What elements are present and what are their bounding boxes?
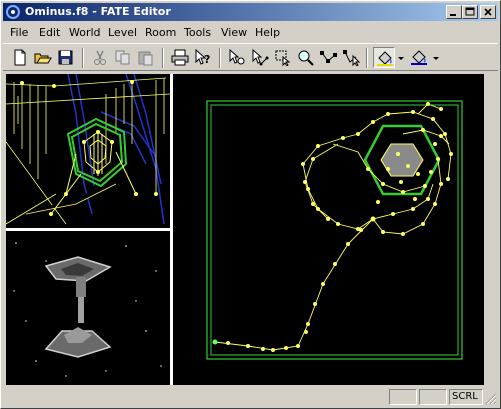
title-bar[interactable]: Ominus.f8 - FATE Editor [3, 3, 498, 21]
minimize-button[interactable] [446, 5, 462, 19]
copy-button[interactable] [112, 47, 134, 68]
toolbar-separator [366, 48, 368, 68]
cut-icon [94, 50, 106, 65]
print-button[interactable] [169, 47, 191, 68]
cut-button[interactable] [89, 47, 111, 68]
map-side-gutter [484, 74, 498, 385]
save-disk-icon [58, 50, 73, 65]
menu-tools[interactable]: Tools [184, 26, 211, 39]
select-path-button[interactable] [249, 47, 271, 68]
status-bar: SCRL [3, 387, 498, 406]
menu-file[interactable]: File [10, 26, 28, 39]
save-button[interactable] [55, 47, 77, 68]
select-path-icon [252, 49, 269, 66]
status-panel-1 [389, 389, 417, 405]
perspective-wireframe-view[interactable] [6, 74, 170, 228]
help-button[interactable]: ? [192, 47, 214, 68]
toolbar: ? [3, 43, 498, 71]
window-title: Ominus.f8 - FATE Editor [25, 5, 171, 18]
toolbar-separator [82, 48, 84, 68]
menu-bar: File Edit World Level Room Tools View He… [3, 23, 498, 41]
map-canvas [206, 100, 463, 360]
paint-bucket-icon [377, 51, 393, 66]
open-folder-icon [34, 53, 52, 64]
move-node-icon [343, 50, 361, 66]
select-vertex-icon [229, 49, 245, 65]
toolbar-separator [162, 48, 164, 68]
svg-text:?: ? [204, 53, 210, 66]
select-rect-button[interactable] [272, 47, 294, 68]
wireframe-canvas [6, 74, 170, 225]
status-scroll-lock: SCRL [449, 389, 483, 405]
copy-icon [115, 50, 130, 65]
app-icon[interactable] [5, 4, 21, 20]
maximize-button[interactable] [462, 5, 478, 19]
menu-world[interactable]: World [69, 26, 101, 39]
minimize-icon [450, 14, 456, 16]
render-canvas [13, 242, 162, 377]
resize-grip-icon[interactable] [485, 393, 497, 405]
new-button[interactable] [9, 47, 31, 68]
rendered-preview-view[interactable] [6, 231, 170, 385]
paste-icon [138, 51, 153, 66]
menu-view[interactable]: View [221, 26, 247, 39]
zoom-icon [298, 50, 314, 66]
fill-color-dropdown-button[interactable] [431, 48, 441, 68]
dropdown-arrow-icon [398, 57, 404, 60]
edit-path-icon [320, 51, 337, 63]
edit-path-button[interactable] [318, 47, 340, 68]
zoom-button[interactable] [295, 47, 317, 68]
toolbar-separator [219, 48, 221, 68]
paint-bucket-button[interactable] [373, 47, 395, 68]
paste-button[interactable] [135, 47, 157, 68]
editor-window: Ominus.f8 - FATE Editor File Edit World … [0, 0, 501, 409]
open-button[interactable] [32, 47, 54, 68]
select-rect-icon [275, 50, 291, 66]
top-down-map-view[interactable] [173, 74, 484, 385]
help-cursor-icon: ? [195, 49, 210, 66]
menu-edit[interactable]: Edit [39, 26, 60, 39]
menu-level[interactable]: Level [108, 26, 137, 39]
move-node-button[interactable] [341, 47, 363, 68]
fill-color-button[interactable] [408, 47, 430, 68]
dropdown-arrow-icon [433, 57, 439, 60]
status-panel-2 [419, 389, 447, 405]
close-icon [484, 8, 492, 16]
select-vertex-button[interactable] [226, 47, 248, 68]
menu-room[interactable]: Room [145, 26, 176, 39]
close-button[interactable] [480, 5, 496, 19]
fill-color-icon [411, 50, 427, 65]
paint-dropdown-button[interactable] [396, 48, 406, 68]
new-file-icon [14, 49, 26, 66]
menu-help[interactable]: Help [255, 26, 280, 39]
maximize-icon [465, 7, 475, 16]
print-icon [171, 49, 189, 66]
